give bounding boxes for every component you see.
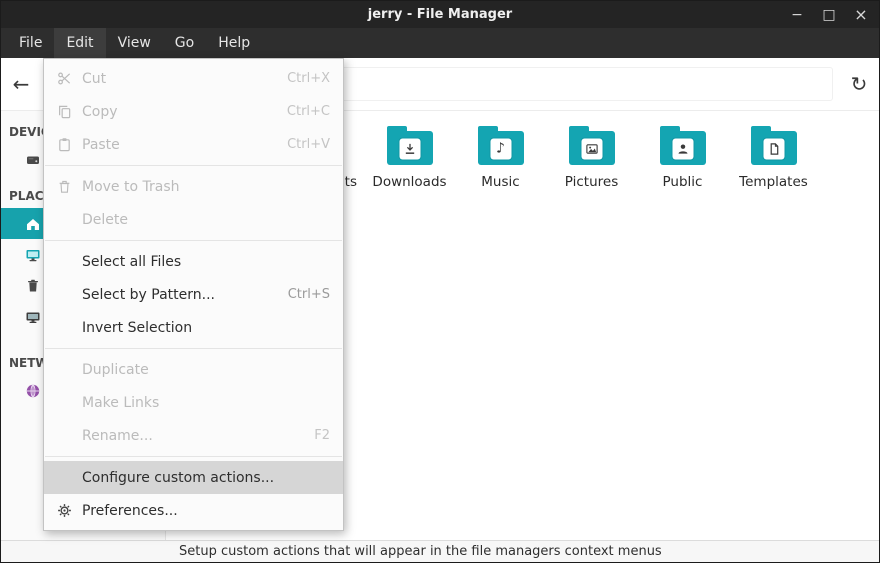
- menu-item-label: Move to Trash: [82, 179, 180, 195]
- menu-item-copy: Copy Ctrl+C: [44, 95, 343, 128]
- folder-icon: [660, 131, 706, 165]
- menu-item-label: Select all Files: [82, 254, 181, 270]
- close-icon[interactable]: ×: [853, 5, 869, 24]
- cut-icon: [53, 71, 76, 86]
- trash-icon: [25, 278, 41, 294]
- menu-item-preferences[interactable]: Preferences...: [44, 494, 343, 527]
- menu-view[interactable]: View: [106, 28, 163, 58]
- menubar: File Edit View Go Help: [1, 28, 879, 58]
- menu-item-make-links: Make Links: [44, 386, 343, 419]
- templates-emblem-icon: [763, 138, 784, 159]
- menu-item-accel: Ctrl+X: [287, 71, 330, 86]
- menu-item-invert-selection[interactable]: Invert Selection: [44, 311, 343, 344]
- trash-icon: [53, 179, 76, 194]
- menu-item-label: Paste: [82, 137, 120, 153]
- folder-icon: [387, 131, 433, 165]
- public-emblem-icon: [672, 138, 693, 159]
- file-manager-window: jerry - File Manager − □ × File Edit Vie…: [0, 0, 880, 563]
- file-item-downloads[interactable]: Downloads: [364, 124, 455, 190]
- downloads-emblem-icon: [399, 138, 420, 159]
- menu-item-label: Copy: [82, 104, 118, 120]
- menu-item-select-all-files[interactable]: Select all Files: [44, 245, 343, 278]
- menu-item-cut: Cut Ctrl+X: [44, 62, 343, 95]
- copy-icon: [53, 104, 76, 119]
- menu-item-accel: Ctrl+C: [287, 104, 330, 119]
- pictures-emblem-icon: [581, 138, 602, 159]
- file-label: Public: [663, 174, 703, 190]
- folder-icon: [751, 131, 797, 165]
- reload-icon[interactable]: ↻: [839, 66, 879, 102]
- menu-item-delete: Delete: [44, 203, 343, 236]
- edit-menu-dropdown: Cut Ctrl+X Copy Ctrl+C Paste Ctrl+V Move…: [43, 58, 344, 531]
- menu-item-select-by-pattern[interactable]: Select by Pattern... Ctrl+S: [44, 278, 343, 311]
- network-globe-icon: [25, 383, 41, 399]
- menu-item-label: Select by Pattern...: [82, 287, 215, 303]
- file-item-pictures[interactable]: Pictures: [546, 124, 637, 190]
- file-label: Downloads: [372, 174, 446, 190]
- maximize-icon[interactable]: □: [821, 7, 837, 23]
- file-label: Templates: [739, 174, 808, 190]
- menu-file[interactable]: File: [7, 28, 54, 58]
- music-emblem-icon: ♪: [490, 138, 511, 159]
- menu-item-label: Duplicate: [82, 362, 149, 378]
- gear-icon: [53, 503, 76, 518]
- file-item-public[interactable]: Public: [637, 124, 728, 190]
- computer-icon: [25, 309, 41, 325]
- menu-separator: [45, 348, 342, 349]
- menu-item-accel: Ctrl+S: [288, 287, 330, 302]
- menu-item-duplicate: Duplicate: [44, 353, 343, 386]
- menu-separator: [45, 456, 342, 457]
- menu-item-label: Configure custom actions...: [82, 470, 274, 486]
- menu-item-label: Rename...: [82, 428, 153, 444]
- menu-item-accel: F2: [314, 428, 330, 443]
- home-icon: [25, 216, 41, 232]
- file-item-templates[interactable]: Templates: [728, 124, 819, 190]
- menu-separator: [45, 240, 342, 241]
- desktop-icon: [25, 247, 41, 263]
- menu-edit[interactable]: Edit: [54, 28, 105, 58]
- folder-icon: [569, 131, 615, 165]
- statusbar: Setup custom actions that will appear in…: [1, 540, 879, 562]
- window-controls: − □ ×: [789, 1, 869, 28]
- menu-item-label: Cut: [82, 71, 106, 87]
- minimize-icon[interactable]: −: [789, 7, 805, 23]
- menu-item-label: Invert Selection: [82, 320, 192, 336]
- statusbar-text: Setup custom actions that will appear in…: [179, 544, 662, 559]
- titlebar: jerry - File Manager − □ ×: [1, 1, 879, 28]
- menu-item-configure-custom-actions[interactable]: Configure custom actions...: [44, 461, 343, 494]
- menu-item-label: Delete: [82, 212, 128, 228]
- menu-item-label: Preferences...: [82, 503, 178, 519]
- menu-item-rename: Rename... F2: [44, 419, 343, 452]
- menu-item-accel: Ctrl+V: [287, 137, 330, 152]
- harddisk-icon: [25, 152, 41, 168]
- window-title: jerry - File Manager: [368, 7, 512, 22]
- file-item-music[interactable]: ♪ Music: [455, 124, 546, 190]
- file-label: Music: [481, 174, 519, 190]
- back-icon[interactable]: ←: [1, 66, 41, 102]
- menu-item-paste: Paste Ctrl+V: [44, 128, 343, 161]
- menu-go[interactable]: Go: [163, 28, 206, 58]
- menu-help[interactable]: Help: [206, 28, 262, 58]
- menu-separator: [45, 165, 342, 166]
- paste-icon: [53, 137, 76, 152]
- folder-icon: ♪: [478, 131, 524, 165]
- menu-item-label: Make Links: [82, 395, 159, 411]
- menu-item-move-to-trash: Move to Trash: [44, 170, 343, 203]
- file-label: Pictures: [565, 174, 618, 190]
